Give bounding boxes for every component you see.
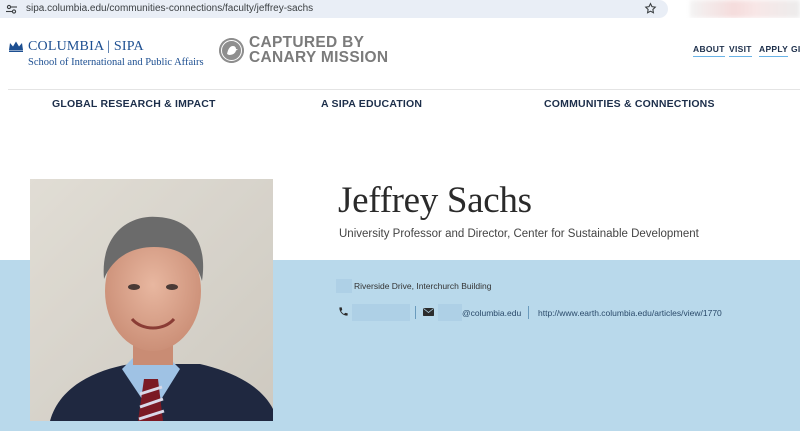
utility-nav-give[interactable]: GIV <box>791 44 800 54</box>
blurred-browser-region <box>690 0 800 18</box>
overlay-line1: CAPTURED BY <box>249 34 365 51</box>
main-nav-sipa-education[interactable]: A SIPA EDUCATION <box>321 98 422 110</box>
utility-nav-label: APPLY <box>759 44 789 54</box>
main-nav-communities[interactable]: COMMUNITIES & CONNECTIONS <box>544 98 715 110</box>
overlay-line2: CANARY MISSION <box>249 49 389 66</box>
utility-nav-label: VISIT <box>729 44 752 54</box>
profile-address: Riverside Drive, Interchurch Building <box>354 281 492 291</box>
redacted-block <box>336 279 352 293</box>
url-field[interactable]: sipa.columbia.edu/communities-connection… <box>0 0 668 18</box>
canary-logo-icon <box>219 38 244 63</box>
profile-website-link[interactable]: http://www.earth.columbia.edu/articles/v… <box>538 308 722 318</box>
separator <box>415 306 416 319</box>
profile-email[interactable]: @columbia.edu <box>462 308 521 318</box>
separator <box>528 306 529 319</box>
phone-icon <box>339 307 348 316</box>
brand-subtitle: School of International and Public Affai… <box>28 57 204 68</box>
main-nav-global-research[interactable]: GLOBAL RESEARCH & IMPACT <box>52 98 216 110</box>
redacted-phone <box>352 304 410 321</box>
utility-nav-visit[interactable]: VISIT <box>729 44 752 57</box>
utility-nav-about[interactable]: ABOUT <box>693 44 725 57</box>
utility-nav-label: ABOUT <box>693 44 725 54</box>
header-divider <box>8 89 800 90</box>
mail-icon <box>423 308 434 316</box>
utility-nav-label: GIV <box>791 44 800 54</box>
brand-name[interactable]: COLUMBIA | SIPA <box>28 39 144 55</box>
profile-title: University Professor and Director, Cente… <box>339 228 699 240</box>
crown-icon <box>9 41 23 52</box>
profile-name: Jeffrey Sachs <box>338 180 532 221</box>
tune-icon[interactable] <box>6 4 17 14</box>
browser-address-bar: sipa.columbia.edu/communities-connection… <box>0 0 800 18</box>
utility-nav-apply[interactable]: APPLY <box>759 44 789 57</box>
redacted-email-user <box>438 304 462 321</box>
profile-photo <box>30 179 273 421</box>
url-text[interactable]: sipa.columbia.edu/communities-connection… <box>26 3 313 14</box>
canary-mission-overlay: CAPTURED BY CANARY MISSION <box>249 34 389 66</box>
star-icon[interactable] <box>644 2 657 15</box>
